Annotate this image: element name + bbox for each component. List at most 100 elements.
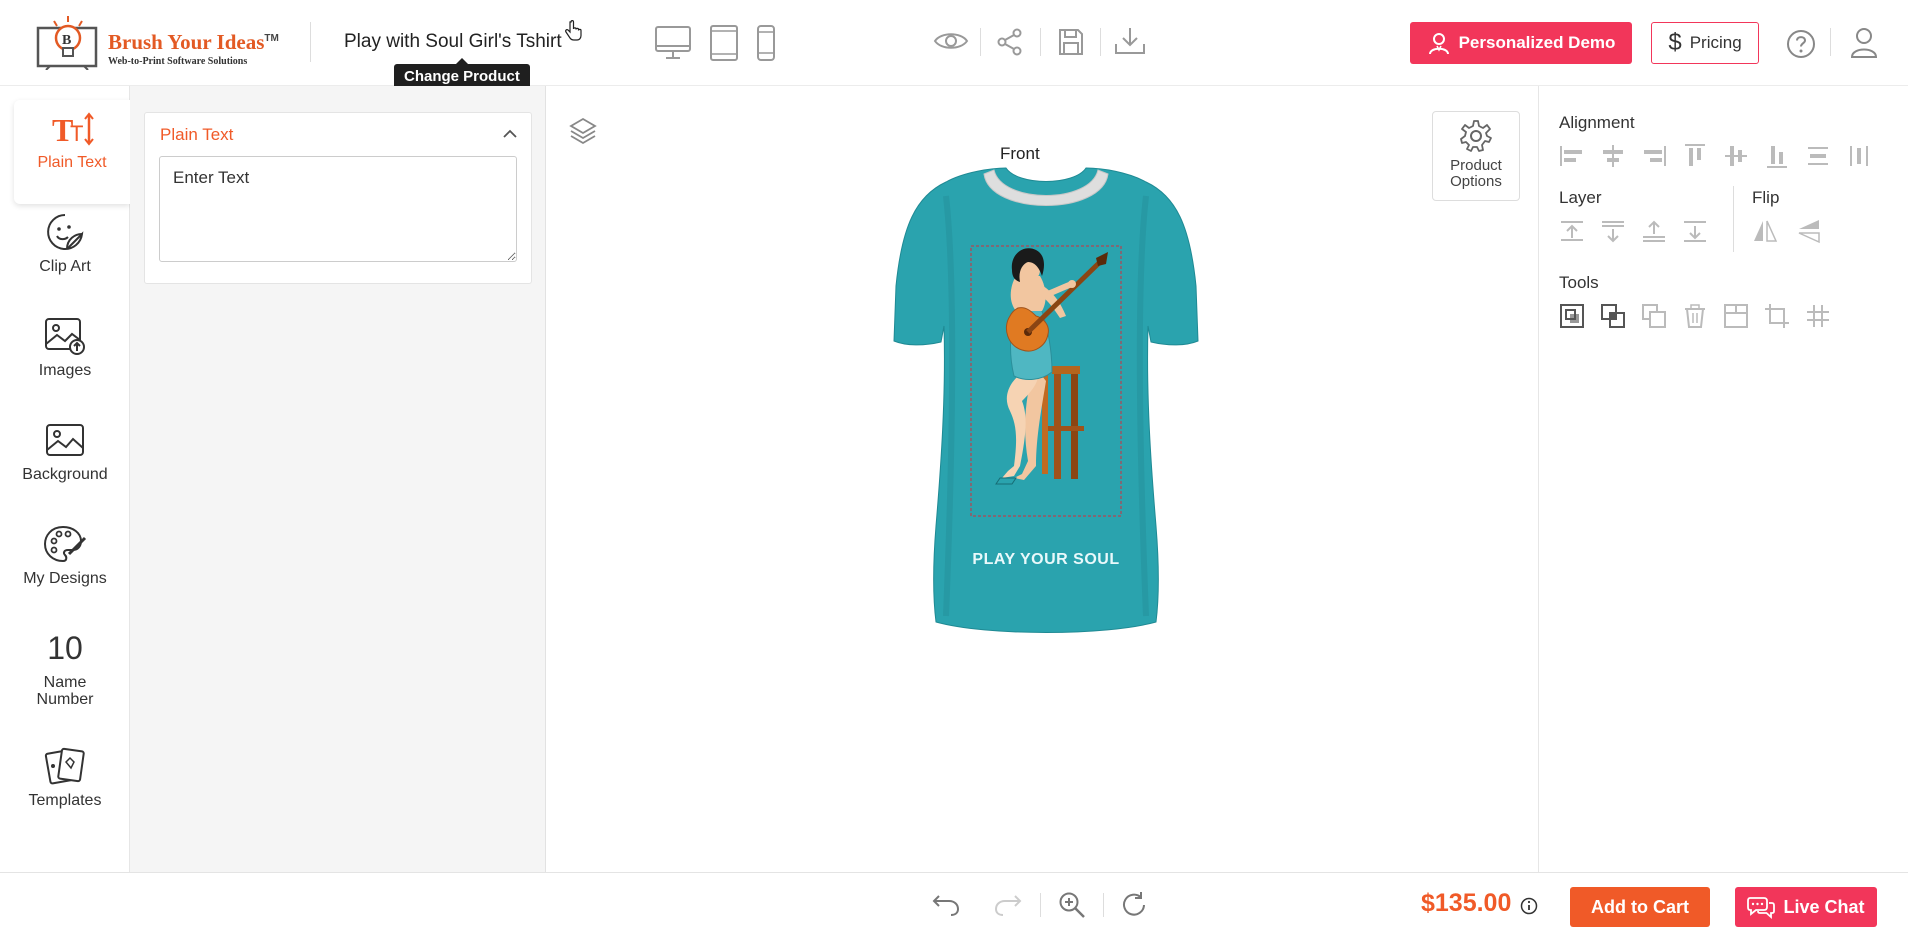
footer-divider bbox=[1040, 893, 1041, 917]
product-preview[interactable]: PLAY YOUR SOUL bbox=[796, 166, 1296, 656]
undo-icon[interactable] bbox=[931, 891, 961, 917]
tool-panel-area: Plain Text Enter Text bbox=[130, 86, 546, 872]
align-right-icon[interactable] bbox=[1641, 143, 1667, 169]
sidebar-item-clip-art[interactable]: Clip Art bbox=[0, 210, 130, 310]
text-size-icon: T T bbox=[14, 100, 130, 150]
sidebar-item-label: Clip Art bbox=[39, 258, 91, 275]
user-account-icon[interactable] bbox=[1850, 27, 1878, 59]
sidebar-item-background[interactable]: Background bbox=[0, 418, 130, 518]
flip-heading: Flip bbox=[1752, 188, 1780, 207]
number-icon: 10 bbox=[47, 629, 83, 666]
ungroup-icon[interactable] bbox=[1600, 303, 1626, 329]
bring-forward-icon[interactable] bbox=[1559, 218, 1585, 244]
redo-icon[interactable] bbox=[993, 891, 1023, 917]
align-top-icon[interactable] bbox=[1682, 143, 1708, 169]
design-canvas: Product Options Front PLAY YOUR SOUL bbox=[546, 86, 1538, 872]
lightbulb-easel-icon: B bbox=[36, 16, 98, 70]
sidebar-item-templates[interactable]: Templates bbox=[0, 744, 130, 844]
svg-text:B: B bbox=[62, 33, 71, 48]
trash-icon[interactable] bbox=[1682, 303, 1708, 329]
section-divider bbox=[1733, 186, 1734, 252]
sidebar-item-label: Name Number bbox=[36, 674, 94, 708]
personalized-demo-label: Personalized Demo bbox=[1458, 33, 1616, 52]
image-icon bbox=[0, 418, 130, 462]
tool-sidebar: T T Plain Text Clip Art Images Backgroun… bbox=[0, 86, 130, 872]
help-icon[interactable] bbox=[1786, 29, 1816, 59]
send-backward-icon[interactable] bbox=[1600, 218, 1626, 244]
crop-icon[interactable] bbox=[1764, 303, 1790, 329]
tshirt-mockup bbox=[893, 167, 1199, 633]
dollar-icon: $ bbox=[1668, 29, 1682, 56]
reset-refresh-icon[interactable] bbox=[1120, 891, 1148, 919]
desktop-icon[interactable] bbox=[654, 24, 692, 62]
top-header: B Brush Your IdeasTM Web-to-Print Softwa… bbox=[0, 0, 1908, 89]
properties-panel: Alignment Layer Flip Tools bbox=[1538, 86, 1908, 872]
header-divider bbox=[1100, 28, 1101, 56]
palette-icon bbox=[0, 522, 130, 566]
live-chat-button[interactable]: Live Chat bbox=[1735, 887, 1877, 927]
chat-bubbles-icon bbox=[1747, 897, 1776, 919]
svg-text:T: T bbox=[70, 121, 83, 146]
layout-icon[interactable] bbox=[1723, 303, 1749, 329]
layer-heading: Layer bbox=[1559, 188, 1602, 207]
zoom-in-icon[interactable] bbox=[1058, 891, 1086, 919]
side-label: Front bbox=[1000, 144, 1040, 163]
product-options-button[interactable]: Product Options bbox=[1432, 111, 1520, 201]
logo-name-text: Brush Your Ideas bbox=[108, 30, 265, 54]
live-chat-label: Live Chat bbox=[1783, 896, 1865, 917]
hand-cursor-icon bbox=[565, 20, 582, 41]
print-text[interactable]: PLAY YOUR SOUL bbox=[796, 551, 1296, 569]
footer-divider bbox=[1103, 893, 1104, 917]
flip-vertical-icon[interactable] bbox=[1795, 218, 1821, 244]
sidebar-item-label: My Designs bbox=[23, 570, 107, 587]
sidebar-item-label: Templates bbox=[28, 792, 102, 809]
add-to-cart-button[interactable]: Add to Cart bbox=[1570, 887, 1710, 927]
sidebar-item-label: Plain Text bbox=[37, 154, 107, 171]
gear-icon bbox=[1460, 120, 1492, 152]
pricing-button[interactable]: $ Pricing bbox=[1651, 22, 1759, 64]
save-icon[interactable] bbox=[1058, 28, 1084, 56]
pricing-label: Pricing bbox=[1689, 33, 1742, 52]
layers-icon[interactable] bbox=[568, 116, 598, 146]
bring-to-front-icon[interactable] bbox=[1641, 218, 1667, 244]
header-divider bbox=[310, 22, 311, 62]
personalized-demo-button[interactable]: Personalized Demo bbox=[1410, 22, 1632, 64]
download-icon[interactable] bbox=[1114, 26, 1146, 56]
align-bottom-icon[interactable] bbox=[1764, 143, 1790, 169]
text-input[interactable]: Enter Text bbox=[159, 156, 517, 262]
sidebar-item-name-number[interactable]: 10 Name Number bbox=[0, 626, 130, 726]
distribute-vertical-icon[interactable] bbox=[1846, 143, 1872, 169]
duplicate-icon[interactable] bbox=[1641, 303, 1667, 329]
sidebar-item-images[interactable]: Images bbox=[0, 314, 130, 414]
info-icon[interactable] bbox=[1520, 897, 1538, 915]
flip-horizontal-icon[interactable] bbox=[1752, 218, 1778, 244]
chevron-up-icon[interactable] bbox=[503, 129, 517, 139]
mobile-icon[interactable] bbox=[756, 24, 776, 62]
total-price: $135.00 bbox=[1421, 889, 1512, 917]
align-left-icon[interactable] bbox=[1559, 143, 1585, 169]
templates-icon bbox=[0, 744, 130, 788]
send-to-back-icon[interactable] bbox=[1682, 218, 1708, 244]
group-icon[interactable] bbox=[1559, 303, 1585, 329]
sidebar-item-my-designs[interactable]: My Designs bbox=[0, 522, 130, 622]
preview-eye-icon[interactable] bbox=[933, 30, 969, 52]
sidebar-item-plain-text[interactable]: T T Plain Text bbox=[14, 100, 130, 204]
grid-icon[interactable] bbox=[1805, 303, 1831, 329]
share-icon[interactable] bbox=[996, 28, 1024, 56]
tablet-icon[interactable] bbox=[709, 24, 739, 62]
sidebar-item-label: Images bbox=[38, 362, 92, 379]
product-title[interactable]: Play with Soul Girl's Tshirt bbox=[344, 31, 562, 53]
logo-name: Brush Your IdeasTM bbox=[108, 30, 279, 55]
distribute-horizontal-icon[interactable] bbox=[1805, 143, 1831, 169]
header-divider bbox=[1040, 28, 1041, 56]
logo-trademark: TM bbox=[264, 33, 279, 44]
panel-title[interactable]: Plain Text bbox=[160, 125, 233, 145]
image-upload-icon bbox=[0, 314, 130, 358]
product-options-label: Product Options bbox=[1450, 157, 1502, 190]
brand-logo[interactable]: B Brush Your IdeasTM Web-to-Print Softwa… bbox=[36, 12, 296, 70]
sidebar-item-label: Background bbox=[22, 466, 108, 483]
alignment-heading: Alignment bbox=[1559, 113, 1635, 132]
tools-heading: Tools bbox=[1559, 273, 1599, 292]
align-center-icon[interactable] bbox=[1600, 143, 1626, 169]
align-middle-icon[interactable] bbox=[1723, 143, 1749, 169]
